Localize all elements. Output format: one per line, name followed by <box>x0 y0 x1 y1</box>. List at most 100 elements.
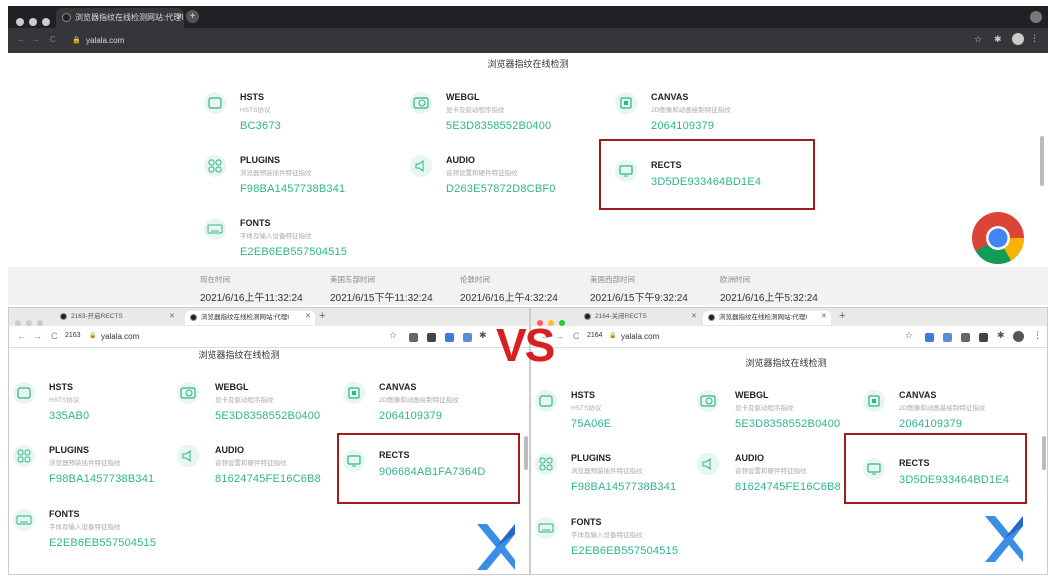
right-scrollbar[interactable] <box>1042 436 1046 470</box>
top-tab[interactable]: 浏览器指纹在线检测网站:代理IP <box>56 8 184 28</box>
new-tab-icon[interactable]: + <box>319 310 325 322</box>
left-tab-1[interactable]: 2163-开启RECTS <box>55 310 177 324</box>
card-value: D263E57872D8CBF0 <box>446 183 556 195</box>
card-value: F98BA1457738B341 <box>240 183 346 195</box>
gpu-icon <box>177 382 199 404</box>
gpu-icon <box>410 92 432 114</box>
card-label: AUDIO <box>215 445 244 455</box>
menu-icon[interactable]: ⋮ <box>1033 330 1042 341</box>
extension-icon[interactable] <box>445 333 454 342</box>
close-tab-icon[interactable]: ✕ <box>176 12 183 21</box>
new-tab-icon[interactable]: + <box>186 10 199 23</box>
card-label: PLUGINS <box>240 155 281 165</box>
card-value: E2EB6EB557504515 <box>571 545 679 557</box>
extension-icon[interactable] <box>925 333 934 342</box>
reload-icon[interactable]: C <box>573 331 580 341</box>
time-us-east: 美国东部时间 2021/6/15下午11:32:24 <box>330 275 433 304</box>
card-label: HSTS <box>571 390 596 400</box>
brand-x-logo-icon <box>475 522 517 572</box>
extension-icon[interactable] <box>463 333 472 342</box>
top-url[interactable]: yalala.com <box>86 36 124 45</box>
forward-icon[interactable]: → <box>33 331 42 341</box>
menu-icon[interactable]: ⋮ <box>1030 33 1039 44</box>
extension-icon[interactable] <box>943 333 952 342</box>
card-value: 335AB0 <box>49 410 90 422</box>
site-favicon-icon <box>584 312 591 320</box>
time-london: 伦敦时间 2021/6/16上午4:32:24 <box>460 275 558 304</box>
right-tab-2[interactable]: 浏览器指纹在线检测网站:代理I <box>703 311 831 325</box>
close-tab-icon[interactable]: ✕ <box>691 312 697 320</box>
star-icon[interactable]: ☆ <box>974 34 982 45</box>
card-desc: 音频设置和硬件特征指纹 <box>735 468 807 475</box>
brand-x-logo-icon <box>983 514 1025 564</box>
star-icon[interactable]: ☆ <box>389 330 397 341</box>
right-url[interactable]: yalala.com <box>621 332 659 341</box>
card-value: 906684AB1FA7364D <box>379 466 486 478</box>
monitor-icon <box>863 458 885 480</box>
card-value: 2064109379 <box>651 120 715 132</box>
card-desc: 显卡及驱动程序指纹 <box>446 107 505 114</box>
extension-icon[interactable] <box>961 333 970 342</box>
forward-icon[interactable]: → <box>555 331 564 341</box>
profile-icon[interactable] <box>1030 11 1042 23</box>
back-icon[interactable]: ← <box>17 331 26 341</box>
top-tab-title: 浏览器指纹在线检测网站:代理IP <box>75 13 184 22</box>
site-favicon-icon <box>190 313 197 321</box>
top-scrollbar[interactable] <box>1040 136 1044 186</box>
card-label: PLUGINS <box>571 453 612 463</box>
page-title: 浏览器指纹在线检测 <box>487 59 569 69</box>
card-value: 2064109379 <box>899 418 963 430</box>
extension-icon[interactable] <box>427 333 436 342</box>
card-value: F98BA1457738B341 <box>571 481 677 493</box>
puzzle-icon[interactable]: ✱ <box>997 330 1005 341</box>
chip-icon <box>343 382 365 404</box>
star-icon[interactable]: ☆ <box>905 330 913 341</box>
avatar[interactable] <box>1013 331 1024 342</box>
card-label: CANVAS <box>379 382 417 392</box>
card-label: WEBGL <box>215 382 249 392</box>
back-icon[interactable]: ← <box>17 35 25 44</box>
lock-icon: 🔒 <box>89 333 97 339</box>
hsts-icon <box>13 382 35 404</box>
card-value: 2064109379 <box>379 410 443 422</box>
card-desc: 字体及输入设备特征指纹 <box>49 524 121 531</box>
left-scrollbar[interactable] <box>524 436 528 470</box>
keyboard-icon <box>535 517 557 539</box>
card-desc: 音频设置和硬件特征指纹 <box>446 170 518 177</box>
close-tab-icon[interactable]: ✕ <box>169 312 175 320</box>
close-tab-icon[interactable]: ✕ <box>821 312 827 320</box>
card-label: HSTS <box>240 92 265 102</box>
right-tab-bar: 2164-关闭RECTS ✕ 浏览器指纹在线检测网站:代理I ✕ + <box>531 308 1047 326</box>
extensions-icon[interactable]: ✱ <box>994 34 1002 45</box>
card-desc: 浏览器预装插件特征指纹 <box>49 460 121 467</box>
site-favicon-icon <box>708 313 715 321</box>
card-label: AUDIO <box>735 453 764 463</box>
reload-icon[interactable]: C <box>50 35 56 44</box>
profile-id: 2163 <box>65 332 81 339</box>
lock-icon: 🔒 <box>609 333 617 339</box>
left-tab-2[interactable]: 浏览器指纹在线检测网站:代理I <box>185 311 315 325</box>
card-desc: 浏览器预装插件特征指纹 <box>571 468 643 475</box>
keyboard-icon <box>204 218 226 240</box>
avatar[interactable] <box>1012 33 1024 45</box>
extension-icon[interactable] <box>409 333 418 342</box>
reload-icon[interactable]: C <box>51 331 58 341</box>
card-label: WEBGL <box>446 92 480 102</box>
time-europe: 欧洲时间 2021/6/16上午5:32:24 <box>720 275 818 304</box>
close-tab-icon[interactable]: ✕ <box>305 312 311 320</box>
extension-icon[interactable] <box>979 333 988 342</box>
chrome-logo-icon <box>971 211 1025 265</box>
left-url[interactable]: yalala.com <box>101 332 139 341</box>
card-value: BC3673 <box>240 120 281 132</box>
puzzle-icon[interactable]: ✱ <box>479 330 487 341</box>
vs-label: VS <box>496 319 555 371</box>
page-title: 浏览器指纹在线检测 <box>745 358 827 368</box>
screenshot-root: 浏览器指纹在线检测网站:代理IP ✕ + ← → C 🔒 yalala.com … <box>0 0 1048 576</box>
left-browser-window: 2163-开启RECTS ✕ 浏览器指纹在线检测网站:代理I ✕ + ← → C… <box>8 307 530 575</box>
right-address-bar: ← → C 2164 🔒 yalala.com ☆ ✱ ⋮ <box>531 326 1047 348</box>
lock-icon: 🔒 <box>72 37 81 44</box>
forward-icon[interactable]: → <box>32 35 40 44</box>
card-desc: 显卡及驱动程序指纹 <box>735 405 794 412</box>
right-tab-1[interactable]: 2164-关闭RECTS <box>579 310 697 324</box>
new-tab-icon[interactable]: + <box>839 310 845 322</box>
